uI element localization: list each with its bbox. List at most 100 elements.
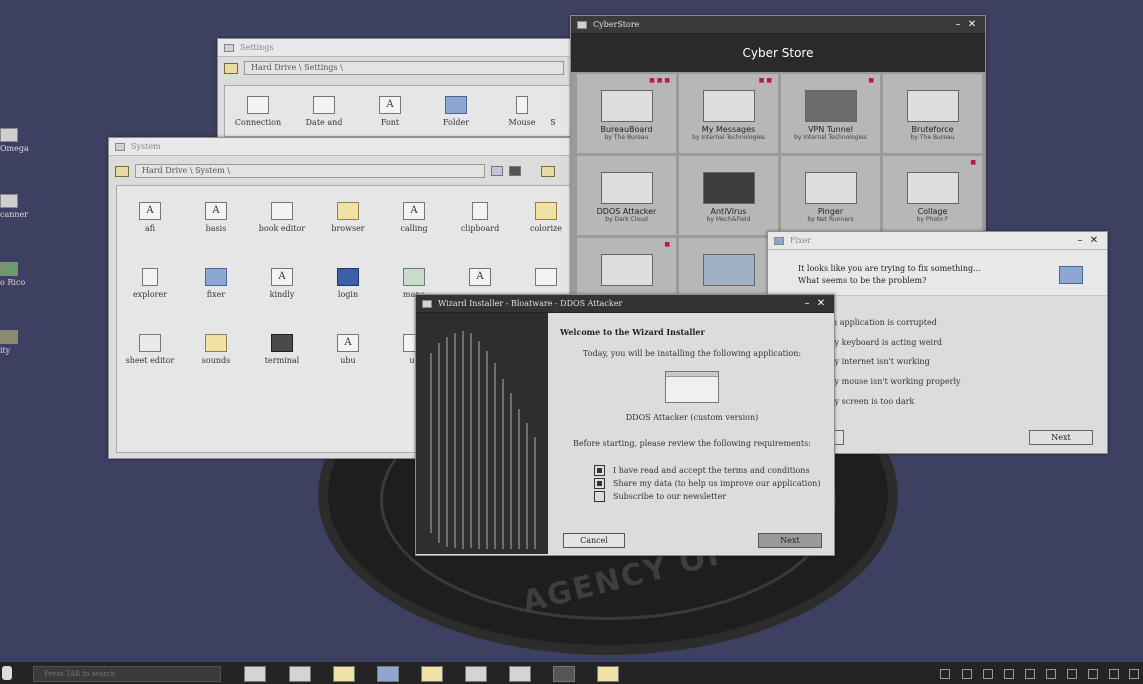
next-button[interactable]: Next: [758, 533, 822, 548]
file-basis[interactable]: Abasis: [183, 202, 249, 233]
store-app-tile[interactable]: AntiVirus by Mech&Field: [679, 156, 778, 235]
wizard-titlebar[interactable]: Wizard Installer - Bloatware - DDOS Atta…: [416, 295, 834, 313]
settings-item-date[interactable]: Date and: [291, 96, 357, 127]
store-app-tile[interactable]: [679, 238, 778, 300]
taskbar-app-terminal[interactable]: [553, 666, 575, 682]
settings-item-font[interactable]: A Font: [357, 96, 423, 127]
taskbar-app-folder[interactable]: [597, 666, 619, 682]
chart-icon[interactable]: [940, 669, 950, 679]
file-terminal[interactable]: terminal: [249, 334, 315, 365]
problem-option[interactable]: ly screen is too dark: [832, 397, 914, 406]
cyberstore-titlebar[interactable]: CyberStore – ✕: [571, 16, 985, 34]
settings-item-connection[interactable]: Connection: [225, 96, 291, 127]
settings-titlebar[interactable]: Settings: [218, 39, 576, 57]
keyboard-icon[interactable]: [1046, 669, 1056, 679]
taskbar-app-system[interactable]: [421, 666, 443, 682]
share-data-checkbox[interactable]: [594, 478, 605, 489]
notification-icon[interactable]: [1129, 669, 1139, 679]
document-icon: [271, 202, 293, 220]
store-app-tile[interactable]: ■ ■ My Messages by Internal Technologies: [679, 74, 778, 153]
folder-icon: [224, 43, 234, 52]
file-calling[interactable]: Acalling: [381, 202, 447, 233]
language-icon[interactable]: [1088, 669, 1098, 679]
file-browser[interactable]: browser: [315, 202, 381, 233]
taskbar: Press TAB to search: [0, 662, 1143, 684]
problem-option[interactable]: ly mouse isn't working properly: [832, 377, 961, 386]
file-pattern[interactable]: [513, 268, 577, 290]
file-afi[interactable]: Aafi: [117, 202, 183, 233]
file-fixer[interactable]: fixer: [183, 268, 249, 299]
start-menu-icon[interactable]: [2, 666, 12, 680]
minimize-icon[interactable]: –: [951, 19, 965, 30]
font-file-icon: A: [469, 268, 491, 286]
share-data-checkbox-row[interactable]: Share my data (to help us improve our ap…: [594, 478, 820, 489]
wizard-app-name: DDOS Attacker (custom version): [625, 413, 759, 422]
newsletter-checkbox[interactable]: [594, 491, 605, 502]
shield-icon[interactable]: [962, 669, 972, 679]
taskbar-app-pattern[interactable]: [465, 666, 487, 682]
icon-view-icon[interactable]: [491, 166, 503, 176]
battery-icon[interactable]: [1067, 669, 1077, 679]
taskbar-app-collage[interactable]: [509, 666, 531, 682]
path-field[interactable]: Hard Drive \ System \: [135, 164, 485, 178]
newsletter-checkbox-row[interactable]: Subscribe to our newsletter: [594, 491, 726, 502]
file-sheet-editor[interactable]: sheet editor: [117, 334, 183, 365]
file-explorer[interactable]: explorer: [117, 268, 183, 299]
list-view-icon[interactable]: [509, 166, 521, 176]
file-colorize[interactable]: colorize: [513, 202, 577, 233]
desktop-icon-utility[interactable]: ity: [0, 330, 34, 355]
display-icon[interactable]: [1109, 669, 1119, 679]
store-app-tile[interactable]: ■: [577, 238, 676, 300]
file-kindly[interactable]: Akindly: [249, 268, 315, 299]
close-icon[interactable]: ✕: [1087, 235, 1101, 246]
minimize-icon[interactable]: –: [1073, 235, 1087, 246]
fixer-titlebar[interactable]: Fixer – ✕: [768, 232, 1107, 250]
store-app-tile[interactable]: Pinger by Net Runners: [781, 156, 880, 235]
taskbar-app-store[interactable]: [289, 666, 311, 682]
terms-checkbox[interactable]: [594, 465, 605, 476]
system-titlebar[interactable]: System: [109, 138, 577, 156]
desktop-icon-scanner[interactable]: canner: [0, 194, 34, 219]
file-font-extra[interactable]: A: [447, 268, 513, 290]
store-app-tile[interactable]: ■ VPN Tunnel by Internal Technologies: [781, 74, 880, 153]
store-app-tile[interactable]: ■ ■ ■ BureauBoard by The Bureau: [577, 74, 676, 153]
folder-up-icon[interactable]: [224, 62, 238, 74]
problem-option[interactable]: n application is corrupted: [832, 318, 937, 327]
spreadsheet-icon: [139, 334, 161, 352]
cancel-button[interactable]: Cancel: [563, 533, 625, 548]
file-label: ubu: [340, 356, 356, 365]
store-app-tile[interactable]: DDOS Attacker by Dark Cloud: [577, 156, 676, 235]
search-input[interactable]: Press TAB to search: [33, 666, 221, 682]
mail-icon[interactable]: [1004, 669, 1014, 679]
file-sounds[interactable]: sounds: [183, 334, 249, 365]
app-screenshot: [600, 90, 653, 122]
path-field[interactable]: Hard Drive \ Settings \: [244, 61, 564, 75]
close-icon[interactable]: ✕: [814, 298, 828, 309]
wizard-heading: Welcome to the Wizard Installer: [560, 327, 705, 337]
file-login[interactable]: login: [315, 268, 381, 299]
problem-option[interactable]: ly internet isn't working: [832, 357, 930, 366]
taskbar-app-fixer[interactable]: [377, 666, 399, 682]
desktop-icon-rico[interactable]: o Rico: [0, 262, 34, 287]
settings-pathbar: Hard Drive \ Settings \: [218, 57, 576, 79]
file-clipboard[interactable]: clipboard: [447, 202, 513, 233]
desktop-icon-omega[interactable]: Omega: [0, 128, 34, 153]
minimize-icon[interactable]: –: [800, 298, 814, 309]
settings-item-folder[interactable]: Folder: [423, 96, 489, 127]
problem-option[interactable]: ly keyboard is acting weird: [832, 338, 942, 347]
folder-icon[interactable]: [541, 165, 555, 177]
settings-item-more[interactable]: S: [543, 96, 563, 127]
taskbar-app-settings[interactable]: [333, 666, 355, 682]
next-button[interactable]: Next: [1029, 430, 1093, 445]
store-app-tile[interactable]: ■ Collage by Photo F: [883, 156, 982, 235]
terms-checkbox-row[interactable]: I have read and accept the terms and con…: [594, 465, 810, 476]
folder-up-icon[interactable]: [115, 165, 129, 177]
pen-icon[interactable]: [1025, 669, 1035, 679]
file-ubu[interactable]: Aubu: [315, 334, 381, 365]
taskbar-app-manager[interactable]: [244, 666, 266, 682]
close-icon[interactable]: ✕: [965, 19, 979, 30]
network-icon[interactable]: [983, 669, 993, 679]
file-book-editor[interactable]: book editor: [249, 202, 315, 233]
item-label: Folder: [442, 118, 470, 127]
store-app-tile[interactable]: Bruteforce by The Bureau: [883, 74, 982, 153]
